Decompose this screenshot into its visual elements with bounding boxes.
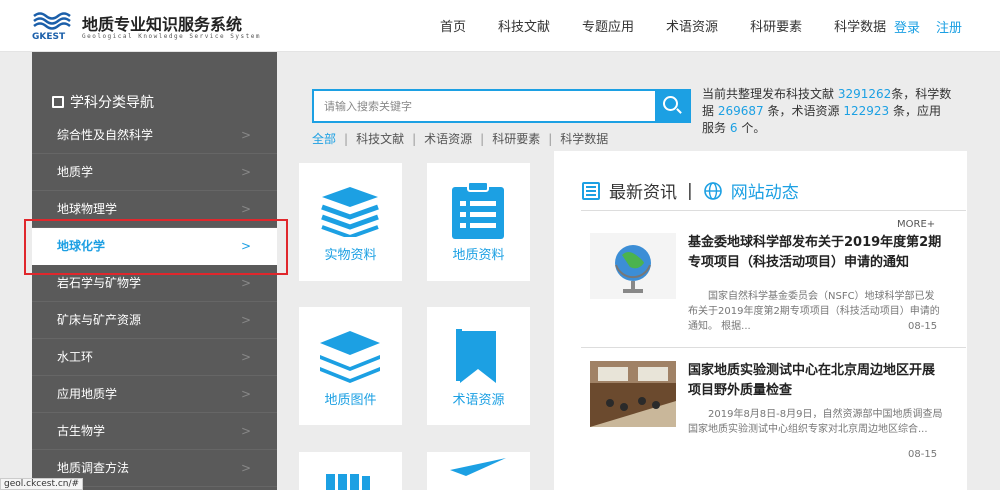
tile-term-resources[interactable]: 术语资源 [427,307,530,425]
logo-mark-icon [33,12,71,30]
sidebar-title: 学科分类导航 [52,92,154,112]
sidebar-item-paleontology[interactable]: 古生物学 > [32,413,277,450]
nav-research-elements[interactable]: 科研要素 [750,16,802,35]
chevron-right-icon: > [240,461,251,475]
nav-terms[interactable]: 术语资源 [666,16,718,35]
sidebar-item-ore-deposits[interactable]: 矿床与矿产资源 > [32,302,277,339]
selection-highlight-box [24,219,288,275]
tile-label: 地质资料 [452,248,505,263]
sidebar-title-label: 学科分类导航 [70,95,154,111]
sidebar-item-geology[interactable]: 地质学 > [32,154,277,191]
tile-partial-5[interactable] [299,452,402,490]
logo-abbreviation: GKEST [32,32,66,42]
nav-science-data[interactable]: 科学数据 [834,16,886,35]
literature-count: 3291262 [837,87,892,101]
filter-science-data[interactable]: 科学数据 [560,132,608,146]
sidebar-item-label: 地质学 [57,165,94,179]
tile-label: 实物资料 [324,248,377,263]
globe-icon [703,181,722,200]
search-button[interactable] [655,91,689,121]
news-tabs: 最新资讯 | 网站动态 [581,178,799,203]
book-icon [52,96,64,108]
sidebar-item-hydro-engineering-env[interactable]: 水工环 > [32,339,277,376]
sidebar-item-label: 矿床与矿产资源 [57,313,142,327]
bookmark-icon [456,329,496,383]
filter-all[interactable]: 全部 [312,132,336,146]
tile-label: 地质图件 [324,393,377,408]
search-box [312,89,691,123]
sidebar-item-label: 综合性及自然科学 [57,128,154,142]
stacked-books-icon [321,187,379,237]
statistics-text: 当前共整理发布科技文献 3291262条，科学数据 269687 条，术语资源 … [702,87,952,135]
chevron-right-icon: > [240,165,251,179]
search-filters: 全部 | 科技文献 | 术语资源 | 科研要素 | 科学数据 [312,132,609,146]
sidebar-item-applied-geology[interactable]: 应用地质学 > [32,376,277,413]
nav-literature[interactable]: 科技文献 [498,16,550,35]
chevron-right-icon: > [240,424,251,438]
globe-thumbnail-image [590,233,676,299]
term-count: 122923 [843,104,890,118]
status-bar-url: geol.ckcest.cn/# [0,478,84,490]
header: GKEST 地质专业知识服务系统 Geological Knowledge Se… [0,0,1000,52]
news-date: 08-15 [908,449,938,460]
chevron-right-icon: > [240,387,251,401]
more-link[interactable]: MORE+ [897,219,935,230]
filter-literature[interactable]: 科技文献 [356,132,404,146]
search-input[interactable] [314,91,656,121]
main-nav: 首页 科技文献 专题应用 术语资源 科研要素 科学数据 [440,16,918,35]
tile-label: 术语资源 [452,393,505,408]
chevron-right-icon: > [240,313,251,327]
paper-plane-icon [450,458,506,476]
tile-geological-data[interactable]: 地质资料 [427,163,530,281]
document-list-icon [452,181,504,239]
site-title: 地质专业知识服务系统 [82,15,243,34]
sidebar-item-label: 古生物学 [57,424,106,438]
tile-geological-maps[interactable]: 地质图件 [299,307,402,425]
filter-research-elements[interactable]: 科研要素 [492,132,540,146]
news-title[interactable]: 基金委地球科学部发布关于2019年度第2期专项项目（科技活动项目）申请的通知 [688,233,943,273]
sidebar-item-comprehensive[interactable]: 综合性及自然科学 > [32,117,277,154]
site-subtitle: Geological Knowledge Service System [82,33,261,40]
tile-partial-6[interactable] [427,452,530,490]
register-link[interactable]: 注册 [936,17,962,36]
sidebar-item-label: 地质调查方法 [57,461,130,475]
sidebar-item-label: 岩石学与矿物学 [57,276,142,290]
sidebar-item-label: 水工环 [57,350,94,364]
books-shelf-icon [326,474,370,490]
tile-physical-materials[interactable]: 实物资料 [299,163,402,281]
news-summary: 国家自然科学基金委员会（NSFC）地球科学部已发布关于2019年度第2期专项项目… [688,291,940,332]
logo[interactable]: GKEST 地质专业知识服务系统 Geological Knowledge Se… [32,10,282,44]
login-link[interactable]: 登录 [894,17,920,36]
chevron-right-icon: > [240,128,251,142]
sidebar-item-label: 地球物理学 [57,202,118,216]
chevron-right-icon: > [240,350,251,364]
news-summary: 2019年8月8日-8月9日，自然资源部中国地质调查局国家地质实验测试中心组织专… [688,409,943,435]
layers-icon [320,331,380,383]
news-title[interactable]: 国家地质实验测试中心在北京周边地区开展项目野外质量检查 [688,361,943,401]
sidebar-item-label: 应用地质学 [57,387,118,401]
filter-terms[interactable]: 术语资源 [424,132,472,146]
service-count: 6 [729,121,738,135]
meeting-thumbnail-image [590,361,676,427]
nav-home[interactable]: 首页 [440,16,466,35]
news-date: 08-15 [908,321,938,332]
data-count: 269687 [717,104,764,118]
newspaper-icon [582,181,600,200]
news-panel: 最新资讯 | 网站动态 MORE+ 基金委地球科学部发布关于2019年度第2期专… [554,151,967,490]
nav-topics[interactable]: 专题应用 [582,16,634,35]
tab-site-updates[interactable]: 网站动态 [731,178,799,203]
tab-latest-news[interactable]: 最新资讯 [609,178,677,203]
